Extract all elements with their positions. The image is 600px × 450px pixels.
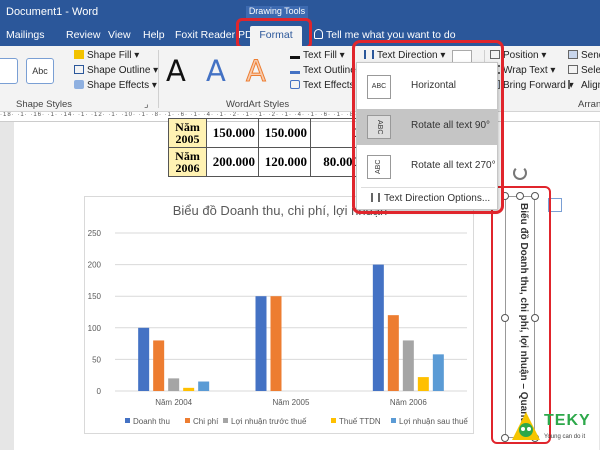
shape-styles-group-label: Shape Styles [16, 99, 72, 110]
shape-effects-button[interactable]: Shape Effects ▾ [74, 80, 157, 91]
align-label: Align [581, 80, 600, 91]
table-cell: 150.000 [258, 118, 311, 148]
table-cell: 150.000 [206, 118, 259, 148]
bar [153, 340, 165, 391]
wordart-style-orange[interactable]: A [246, 54, 267, 89]
format-tab-highlight [236, 18, 312, 49]
x-tick-label: Năm 2004 [155, 398, 192, 407]
table-cell: 120.000 [258, 147, 311, 177]
wordart-style-blue[interactable]: A [206, 54, 226, 88]
selection-pane-button[interactable]: Selec [568, 65, 600, 76]
shape-effects-label: Shape Effects [87, 80, 150, 91]
text-fill-label: Text Fill [303, 50, 337, 61]
legend-swatch [223, 418, 228, 423]
bar [270, 296, 282, 391]
legend-entry: Chi phí [193, 417, 219, 426]
y-tick-label: 250 [88, 229, 102, 238]
tab-mailings[interactable]: Mailings [6, 29, 45, 41]
table-row: Năm2005 150.000 150.000 0 [168, 118, 363, 148]
y-tick-label: 50 [92, 355, 101, 364]
logo-tagline: Young can do it [544, 434, 586, 440]
tab-view[interactable]: View [108, 29, 131, 41]
table-year-cell: Năm 2006 [168, 147, 207, 177]
x-tick-label: Năm 2006 [390, 398, 427, 407]
selection-pane-icon [568, 65, 578, 74]
pencil-outline-icon [74, 65, 84, 74]
align-icon [568, 80, 578, 89]
text-outline-icon [290, 65, 300, 74]
selection-pane-label: Selec [581, 65, 600, 76]
bar [402, 340, 414, 391]
bar [138, 327, 150, 391]
text-fill-icon [290, 50, 300, 59]
y-tick-label: 150 [88, 292, 102, 301]
shape-fill-label: Shape Fill [87, 50, 132, 61]
y-tick-label: 100 [88, 324, 102, 333]
legend-swatch [185, 418, 190, 423]
y-tick-label: 200 [88, 261, 102, 270]
y-tick-label: 0 [97, 387, 102, 396]
legend-entry: Lợi nhuận sau thuế [399, 417, 468, 426]
data-table: Năm2005 150.000 150.000 0 Năm2006 200.00… [168, 118, 363, 177]
bar [417, 377, 429, 391]
chart-canvas: Biểu đồ Doanh thu, chi phí, lợi nhuận050… [88, 203, 469, 426]
bar [387, 315, 399, 391]
send-backward-label: Send [581, 50, 600, 61]
table-year-cell: Năm 2005 [168, 118, 207, 148]
paint-bucket-icon [74, 50, 84, 59]
logo-brand: TEKY [544, 412, 591, 429]
bar [183, 387, 195, 391]
align-button[interactable]: Align [568, 80, 600, 91]
shape-outline-label: Shape Outline [87, 65, 151, 76]
arrange-group-label: Arran [578, 99, 600, 110]
legend-swatch [331, 418, 336, 423]
shape-style-preview-2[interactable]: Abc [26, 58, 54, 84]
text-effects-icon [290, 80, 300, 89]
legend-entry: Lợi nhuận trước thuế [231, 417, 307, 426]
text-effects-label: Text Effects [303, 80, 355, 91]
bar [198, 381, 210, 391]
bar [432, 354, 444, 391]
ribbon-divider [158, 50, 159, 108]
teky-logo: TEKY Young can do it [508, 410, 598, 450]
shape-outline-button[interactable]: Shape Outline ▾ [74, 65, 158, 76]
text-outline-label: Text Outline [303, 65, 356, 76]
window-title: Document1 - Word [6, 6, 99, 18]
shape-style-preview-1[interactable] [0, 58, 18, 84]
wordart-styles-group-label: WordArt Styles [226, 99, 290, 110]
tab-help[interactable]: Help [143, 29, 165, 41]
wordart-style-black[interactable]: A [166, 54, 186, 88]
bar [255, 296, 267, 391]
ribbon: Abc Shape Fill ▾ Shape Outline ▾ Shape E… [0, 46, 600, 112]
lightbulb-icon [314, 29, 323, 39]
textbox-highlight [491, 186, 551, 444]
legend-swatch [391, 418, 396, 423]
text-direction-highlight [352, 40, 504, 214]
bring-forward-label: Bring Forward [503, 80, 566, 91]
bar [168, 378, 180, 391]
bar [372, 264, 384, 391]
legend-entry: Doanh thu [133, 417, 170, 426]
teky-mascot-icon [512, 412, 540, 440]
shape-effects-icon [74, 80, 84, 89]
x-tick-label: Năm 2005 [273, 398, 310, 407]
rotate-handle-icon[interactable] [513, 166, 527, 180]
text-fill-button[interactable]: Text Fill ▾ [290, 50, 345, 61]
send-backward-icon [568, 50, 578, 59]
bar-chart[interactable]: Biểu đồ Doanh thu, chi phí, lợi nhuận 0 50… [84, 196, 474, 434]
send-backward-button[interactable]: Send [568, 50, 600, 61]
shape-fill-button[interactable]: Shape Fill ▾ [74, 50, 139, 61]
position-label: Position [503, 50, 539, 61]
tab-review[interactable]: Review [66, 29, 100, 41]
dialog-launcher-icon[interactable]: ⌟ [144, 99, 148, 110]
legend-entry: Thuế TTDN [339, 417, 381, 426]
legend-swatch [125, 418, 130, 423]
wrap-text-label: Wrap Text [503, 65, 548, 76]
table-row: Năm 2006 200.000 120.000 80.000 [168, 147, 363, 177]
table-cell: 200.000 [206, 147, 259, 177]
